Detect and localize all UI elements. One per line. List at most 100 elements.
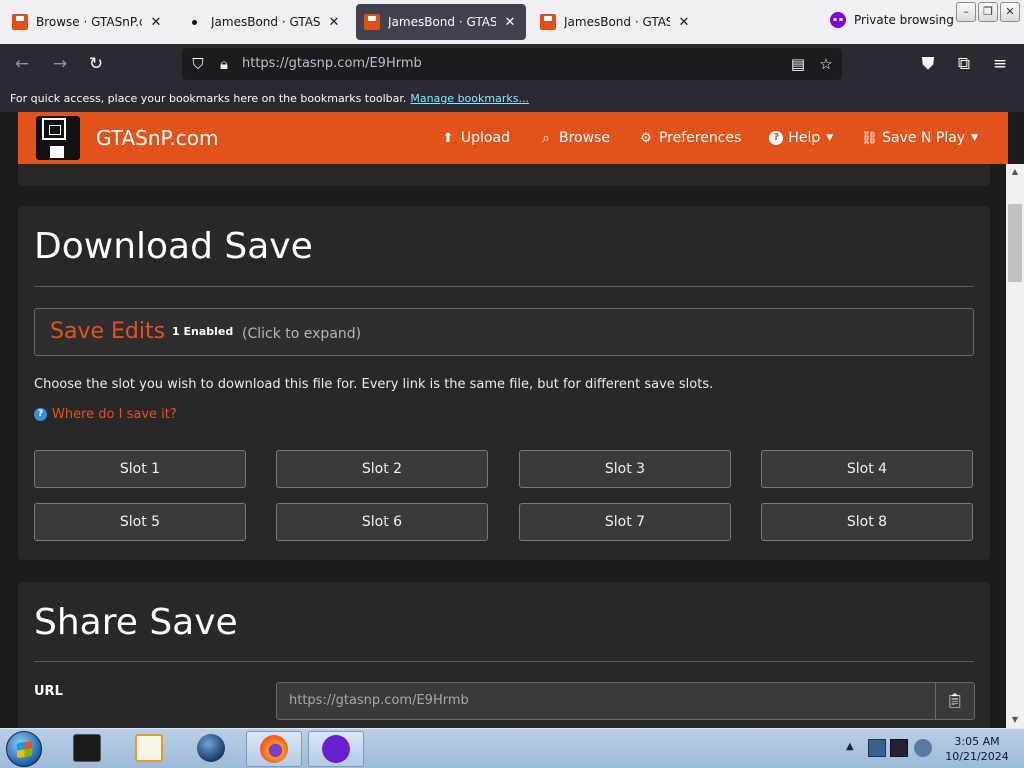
tab-title: JamesBond · GTASnP.c [211, 15, 320, 29]
slot-8-button[interactable]: Slot 8 [761, 503, 973, 541]
page-content: Download Save Save Edits 1 Enabled (Clic… [0, 164, 1006, 728]
system-tray: ▲ 3:05 AM 10/21/2024 [840, 729, 1024, 768]
slot-1-button[interactable]: Slot 1 [34, 450, 246, 488]
display-icon[interactable] [890, 739, 908, 757]
previous-card-bottom [18, 164, 990, 186]
where-to-save-link[interactable]: ? Where do I save it? [34, 407, 177, 422]
tab-close-icon[interactable]: ✕ [502, 15, 518, 30]
copy-url-button[interactable]: 📋︎ [935, 682, 975, 720]
nav-label: Browse [558, 130, 610, 146]
system-clock[interactable]: 3:05 AM 10/21/2024 [942, 734, 1012, 764]
slot-3-button[interactable]: Slot 3 [519, 450, 731, 488]
slot-7-button[interactable]: Slot 7 [519, 503, 731, 541]
gtasnp-logo-icon[interactable] [36, 116, 80, 160]
tab-close-icon[interactable]: ✕ [326, 15, 342, 30]
help-link-label: Where do I save it? [52, 407, 177, 422]
question-circle-icon: ? [34, 408, 47, 421]
taskbar-app-media[interactable] [122, 731, 178, 767]
upload-icon: ⬆ [442, 130, 454, 146]
network-icon[interactable] [868, 739, 886, 757]
shield-icon[interactable]: ⛉ [188, 54, 208, 74]
site-nav: ⬆ Upload ⌕ Browse ⚙ Preferences ? Help ▼… [440, 112, 978, 164]
nav-upload[interactable]: ⬆ Upload [440, 130, 510, 146]
taskbar-app-firefox-private[interactable] [308, 731, 364, 767]
start-button-icon[interactable] [6, 731, 42, 767]
gtasnp-favicon-icon [364, 14, 380, 30]
terminal-icon [73, 734, 101, 762]
nav-label: Save N Play [882, 130, 966, 146]
menu-icon[interactable]: ≡ [990, 54, 1010, 74]
tab-browse[interactable]: Browse · GTASnP.com ✕ [4, 4, 172, 40]
tab-title: JamesBond · GTASnP.c [388, 15, 496, 29]
extensions-icon[interactable]: ⧉ [954, 54, 974, 74]
tray-expand-icon[interactable]: ▲ [846, 741, 854, 752]
reload-icon[interactable]: ↻ [86, 54, 106, 74]
site-brand[interactable]: GTASnP.com [96, 126, 219, 150]
clipboard-icon: 📋︎ [946, 693, 964, 709]
private-mask-icon [830, 12, 846, 28]
taskbar-app-firefox[interactable] [246, 731, 302, 767]
volume-icon[interactable] [914, 739, 932, 757]
taskbar-app-globe[interactable] [184, 731, 240, 767]
browser-tab-strip: Browse · GTASnP.com ✕ JamesBond · GTASnP… [0, 0, 1024, 44]
lock-icon[interactable]: 🔒︎ [214, 54, 234, 74]
scroll-up-icon[interactable]: ▲ [1006, 164, 1024, 180]
browser-nav-bar: ← → ↻ ⛉ 🔒︎ https://gtasnp.com/E9Hrmb ▤ ☆… [0, 44, 1024, 84]
window-controls: – ❐ ✕ [956, 2, 1020, 22]
restore-icon[interactable]: ❐ [978, 2, 998, 22]
bookmark-star-icon[interactable]: ☆ [816, 54, 836, 74]
slot-5-button[interactable]: Slot 5 [34, 503, 246, 541]
nav-browse[interactable]: ⌕ Browse [538, 130, 610, 146]
windows-taskbar: ▲ 3:05 AM 10/21/2024 [0, 728, 1024, 768]
link-icon: ⛓ [861, 130, 878, 146]
question-icon: ? [769, 131, 784, 145]
save-edits-panel[interactable]: Save Edits 1 Enabled (Click to expand) [34, 308, 974, 356]
tab-close-icon[interactable]: ✕ [148, 15, 164, 30]
gtasnp-favicon-icon [540, 14, 556, 30]
chevron-down-icon: ▼ [971, 133, 978, 143]
bookmarks-hint: For quick access, place your bookmarks h… [10, 92, 407, 105]
url-text[interactable]: https://gtasnp.com/E9Hrmb [242, 56, 422, 71]
gear-icon: ⚙ [640, 130, 652, 146]
reader-view-icon[interactable]: ▤ [788, 54, 808, 74]
enabled-badge: 1 Enabled [172, 325, 234, 338]
nav-label: Help [788, 130, 821, 146]
search-icon: ⌕ [542, 130, 550, 146]
share-url-input[interactable]: https://gtasnp.com/E9Hrmb [276, 682, 936, 720]
site-header: GTASnP.com ⬆ Upload ⌕ Browse ⚙ Preferenc… [18, 112, 1008, 164]
save-edits-label: Save Edits [50, 319, 166, 344]
tab-jamesbond-active[interactable]: JamesBond · GTASnP.c ✕ [356, 4, 526, 40]
page-scrollbar[interactable]: ▲ ▼ [1006, 164, 1024, 728]
manage-bookmarks-link[interactable]: Manage bookmarks... [410, 92, 529, 105]
close-window-icon[interactable]: ✕ [1000, 2, 1020, 22]
url-label: URL [34, 684, 63, 699]
tab-jamesbond-3[interactable]: JamesBond · GTASnP.c ✕ [532, 4, 700, 40]
globe-icon [197, 734, 225, 762]
share-save-title: Share Save [34, 602, 238, 643]
divider [34, 661, 974, 662]
forward-arrow-icon[interactable]: → [50, 54, 70, 74]
nav-label: Preferences [658, 130, 742, 146]
private-browsing-label: Private browsing [854, 13, 954, 27]
tab-close-icon[interactable]: ✕ [676, 15, 692, 30]
nav-help[interactable]: ? Help ▼ [769, 130, 833, 146]
slot-4-button[interactable]: Slot 4 [761, 450, 973, 488]
nav-save-n-play[interactable]: ⛓ Save N Play ▼ [861, 130, 978, 146]
tab-title: Browse · GTASnP.com [36, 15, 142, 29]
download-save-title: Download Save [34, 226, 313, 267]
tab-jamesbond-1[interactable]: JamesBond · GTASnP.c ✕ [178, 4, 350, 40]
scrollbar-thumb[interactable] [1008, 204, 1022, 282]
back-arrow-icon[interactable]: ← [12, 54, 32, 74]
address-bar[interactable]: ⛉ 🔒︎ https://gtasnp.com/E9Hrmb ▤ ☆ [182, 48, 842, 80]
slot-2-button[interactable]: Slot 2 [276, 450, 488, 488]
nav-preferences[interactable]: ⚙ Preferences [638, 130, 741, 146]
scroll-down-icon[interactable]: ▼ [1006, 712, 1024, 728]
taskbar-app-cmd[interactable] [60, 731, 116, 767]
share-save-card: Share Save URL https://gtasnp.com/E9Hrmb… [18, 582, 990, 728]
loading-dot-icon [192, 19, 197, 25]
nav-label: Upload [460, 130, 510, 146]
minimize-icon[interactable]: – [956, 2, 976, 22]
tab-title: JamesBond · GTASnP.c [564, 15, 670, 29]
pocket-icon[interactable]: ⛊ [918, 54, 938, 74]
slot-6-button[interactable]: Slot 6 [276, 503, 488, 541]
